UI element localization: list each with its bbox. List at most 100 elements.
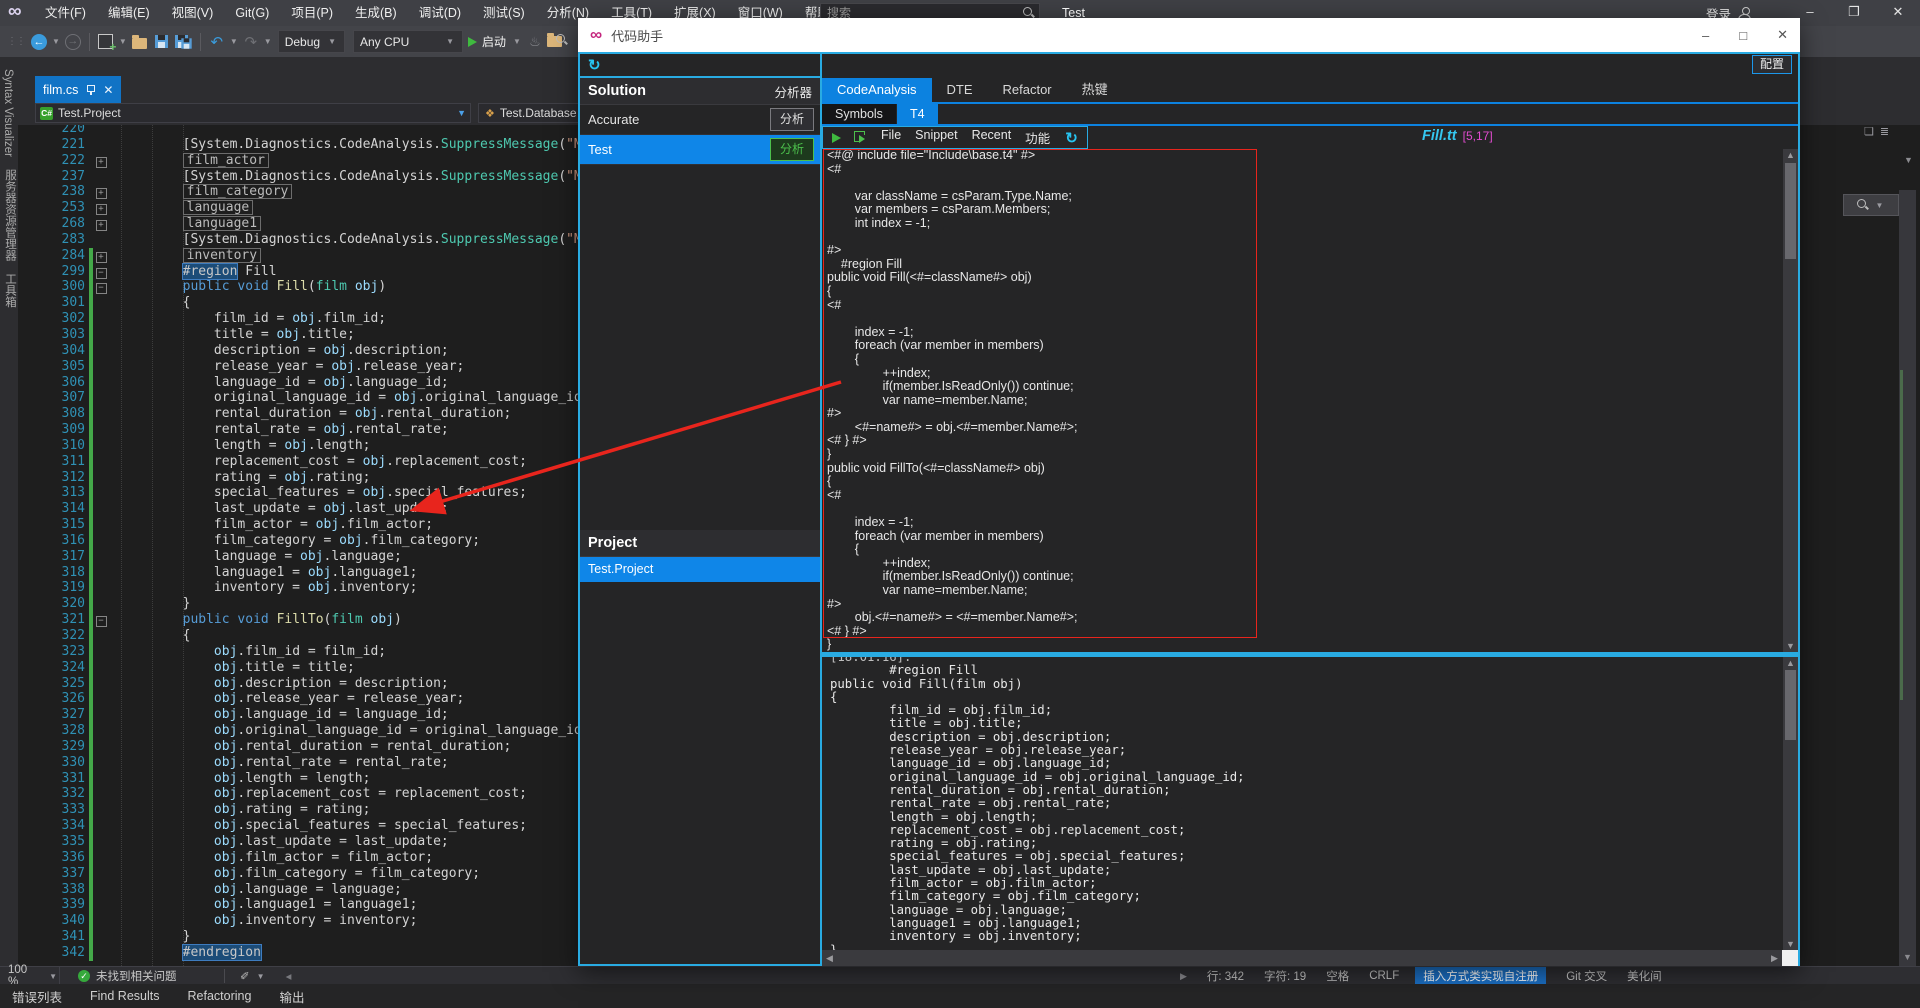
new-dropdown-icon[interactable]: ▼ [119,37,127,46]
tab-CodeAnalysis[interactable]: CodeAnalysis [822,78,932,102]
breadcrumb-dropdown-icon[interactable]: ▼ [457,108,466,118]
project-row-test-project[interactable]: Test.Project [580,557,820,582]
fold-marker[interactable]: − [93,612,109,628]
output-hscrollbar[interactable]: ◀ ▶ [822,950,1798,966]
fold-marker[interactable]: + [93,216,109,232]
file-tab-film-cs[interactable]: film.cs ✕ [35,76,122,103]
menu-item-项目(P)[interactable]: 项目(P) [280,0,344,26]
toolbar-grip[interactable]: ⋮⋮ [7,36,26,47]
open-folder-button[interactable] [130,31,150,53]
panel-tab-错误列表[interactable]: 错误列表 [12,987,62,1006]
run-all-icon[interactable] [854,131,868,144]
sidetab-server-explorer[interactable]: 服务器资源管理器 [2,169,18,261]
sidetab-syntax-visualizer[interactable]: Syntax Visualizer [2,69,14,157]
fold-marker[interactable]: + [93,248,109,264]
menu-item-测试(S)[interactable]: 测试(S) [472,0,536,26]
fold-marker[interactable]: − [93,264,109,280]
subtab-Symbols[interactable]: Symbols [822,104,896,124]
overlay-titlebar[interactable]: ∞ 代码助手 – □ ✕ [578,18,1800,52]
analyze-button[interactable]: 分析 [770,108,814,131]
configuration-dropdown[interactable]: Debug ▼ [277,30,345,53]
menu-item-Git(G)[interactable]: Git(G) [224,0,280,26]
code-cleanup-button[interactable]: ✐ ▼ ◂ [240,967,291,985]
platform-dropdown[interactable]: Any CPU ▼ [352,30,463,53]
status-spaces[interactable]: 空格 [1326,968,1349,984]
hot-reload-icon[interactable]: ♨ [525,31,545,53]
status-plugin-badge[interactable]: 插入方式类实现自注册 [1415,967,1547,985]
line-number: 335 [61,833,85,849]
t4-refresh-icon[interactable]: ↻ [1065,129,1078,147]
t4-toolbar-Snippet[interactable]: Snippet [915,128,957,147]
save-all-button[interactable] [174,31,194,53]
menu-item-编辑(E)[interactable]: 编辑(E) [97,0,161,26]
t4-toolbar-Recent[interactable]: Recent [972,128,1012,147]
status-extra[interactable]: 美化间 [1627,968,1662,984]
fold-marker [93,850,109,866]
t4-line: <# [827,487,842,502]
line-number: 331 [61,770,85,786]
t4-toolbar-File[interactable]: File [881,128,901,147]
t4-output-pane[interactable]: [18:01:16]: #region Fill public void Fill… [822,657,1782,950]
analyze-button[interactable]: 分析 [770,138,814,161]
editor-search-adornment[interactable]: ▼ [1843,194,1899,216]
undo-dropdown-icon[interactable]: ▼ [230,37,238,46]
line-number: 322 [61,628,85,643]
undo-button[interactable]: ↶ [207,31,227,53]
navigate-back-button[interactable]: ← [29,31,49,53]
overlay-minimize-button[interactable]: – [1702,28,1709,43]
play-icon [467,36,477,47]
panel-tab-输出[interactable]: 输出 [279,987,304,1006]
editor-scrollbar[interactable]: ▼ [1899,190,1916,966]
fold-marker [93,818,109,834]
t4-scrollbar[interactable]: ▲ ▼ [1783,149,1798,652]
refresh-icon[interactable]: ↻ [588,56,601,74]
panel-tab-Find Results[interactable]: Find Results [90,989,159,1003]
tab-DTE[interactable]: DTE [932,78,988,102]
pin-icon[interactable] [86,84,96,95]
t4-template-editor[interactable]: <#@ include file="Include\base.t4" #> <# … [822,149,1782,652]
restore-button[interactable]: ❐ [1832,0,1876,26]
solution-row-Accurate[interactable]: Accurate 分析 [580,105,820,135]
fold-marker[interactable]: + [93,184,109,200]
start-debug-button[interactable]: 启动 ▼ [467,31,523,53]
sidetab-toolbox[interactable]: 工具箱 [2,273,18,308]
zoom-dropdown[interactable]: 100 % ▼ [0,964,60,988]
scroll-up-indicator[interactable]: ▼ [1904,155,1913,165]
t4-line: foreach (var member in members) [827,338,1044,353]
scroll-down-icon[interactable]: ▼ [1903,952,1912,962]
fold-marker[interactable]: + [93,153,109,169]
tab-热键[interactable]: 热键 [1067,78,1123,102]
overlay-close-button[interactable]: ✕ [1777,27,1788,43]
new-project-button[interactable] [96,31,116,54]
subtab-T4[interactable]: T4 [896,104,938,124]
redo-dropdown-icon[interactable]: ▼ [264,37,272,46]
menu-item-视图(V)[interactable]: 视图(V) [161,0,225,26]
config-button[interactable]: 配置 [1751,55,1792,74]
menu-item-调试(D)[interactable]: 调试(D) [408,0,472,26]
t4-toolbar-功能[interactable]: 功能 [1025,128,1050,147]
save-button[interactable] [152,31,172,53]
tab-Refactor[interactable]: Refactor [988,78,1067,102]
fold-marker [93,691,109,707]
close-button[interactable]: ✕ [1876,0,1920,26]
output-scrollbar[interactable]: ▲ ▼ [1783,657,1798,950]
run-icon[interactable] [832,132,841,143]
redo-button[interactable]: ↷ [241,31,261,53]
solution-row-Test[interactable]: Test 分析 [580,135,820,165]
fold-marker[interactable]: + [93,200,109,216]
status-eol[interactable]: CRLF [1369,970,1399,982]
menu-item-文件(F)[interactable]: 文件(F) [34,0,97,26]
status-git[interactable]: Git 交叉 [1566,968,1607,984]
breadcrumb-project[interactable]: C# Test.Project ▼ [35,103,471,123]
navigate-forward-button[interactable]: → [63,31,83,53]
overlay-maximize-button[interactable]: □ [1739,28,1747,43]
tab-close-icon[interactable]: ✕ [103,83,113,97]
fold-marker[interactable]: − [93,279,109,295]
find-in-files-button[interactable] [546,31,568,53]
line-number: 333 [61,802,85,818]
menu-item-生成(B)[interactable]: 生成(B) [344,0,408,26]
panel-tab-Refactoring[interactable]: Refactoring [188,989,252,1003]
search-dropdown-icon[interactable]: ▼ [1876,201,1884,210]
fold-marker [93,327,109,343]
back-dropdown-icon[interactable]: ▼ [52,37,60,46]
